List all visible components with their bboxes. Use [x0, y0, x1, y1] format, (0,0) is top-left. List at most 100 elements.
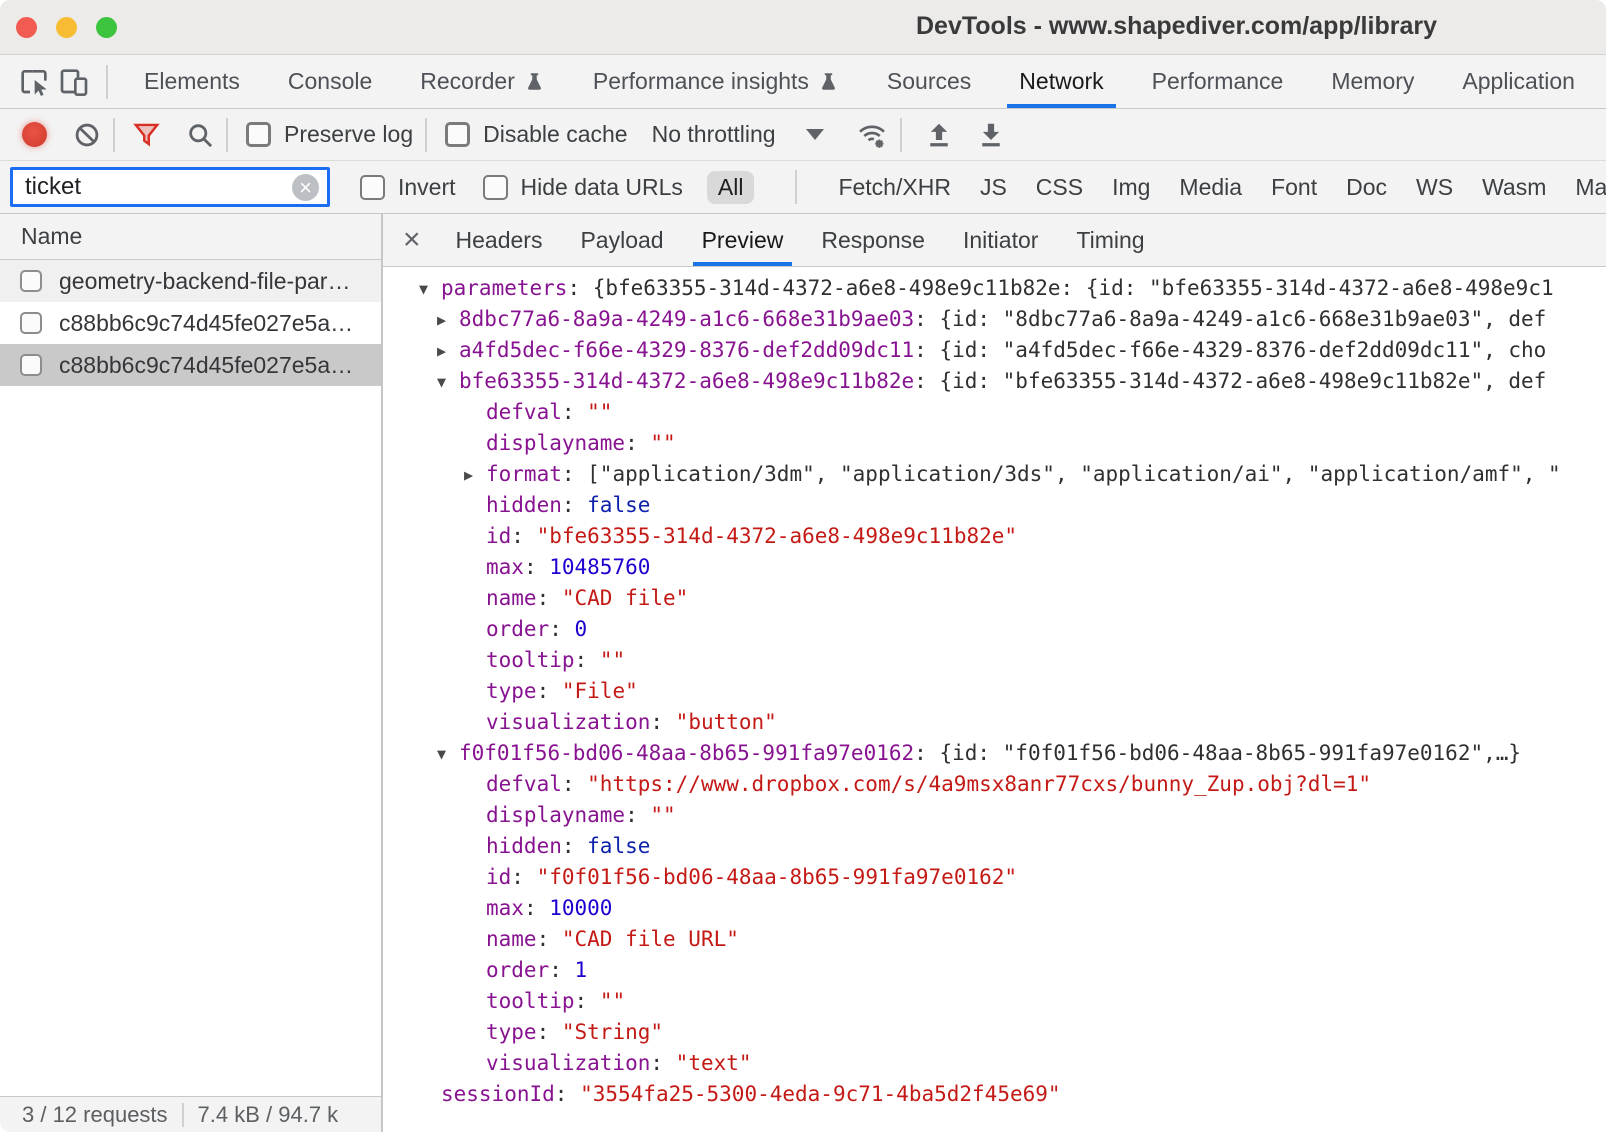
tree-row[interactable]: visualization: "text" — [383, 1048, 1606, 1079]
detail-tab-payload[interactable]: Payload — [561, 214, 682, 266]
tab-sources[interactable]: Sources — [863, 55, 995, 108]
tree-row[interactable]: tooltip: "" — [383, 986, 1606, 1017]
tree-key: type — [486, 1020, 537, 1044]
tree-row[interactable]: name: "CAD file URL" — [383, 924, 1606, 955]
devtools-window: DevTools - www.shapediver.com/app/librar… — [0, 0, 1606, 1132]
filter-toggle-icon[interactable] — [133, 121, 160, 148]
divider — [425, 118, 427, 152]
tree-row[interactable]: tooltip: "" — [383, 645, 1606, 676]
tree-row[interactable]: defval: "https://www.dropbox.com/s/4a9ms… — [383, 769, 1606, 800]
type-filter-fetchxhr[interactable]: Fetch/XHR — [838, 174, 950, 201]
tab-console[interactable]: Console — [264, 55, 396, 108]
name-column-header[interactable]: Name — [0, 214, 381, 260]
tree-colon: : — [562, 400, 587, 424]
detail-tab-timing[interactable]: Timing — [1057, 214, 1163, 266]
tab-recorder[interactable]: Recorder — [396, 55, 569, 108]
table-row[interactable]: geometry-backend-file-par… — [0, 260, 381, 302]
tree-row[interactable]: order: 0 — [383, 614, 1606, 645]
tree-row[interactable]: displayname: "" — [383, 800, 1606, 831]
tree-row[interactable]: id: "bfe63355-314d-4372-a6e8-498e9c11b82… — [383, 521, 1606, 552]
expand-icon[interactable]: ▶ — [464, 460, 486, 491]
export-har-icon[interactable] — [976, 120, 1006, 150]
checkbox-icon[interactable] — [246, 122, 271, 147]
throttling-select[interactable]: No throttling — [652, 121, 776, 148]
type-filter-manifest[interactable]: Manifest — [1575, 174, 1606, 201]
invert-checkbox[interactable]: Invert — [360, 174, 456, 201]
checkbox-icon[interactable] — [360, 175, 385, 200]
preserve-log-label: Preserve log — [284, 121, 413, 148]
tree-row[interactable]: name: "CAD file" — [383, 583, 1606, 614]
clear-filter-icon[interactable]: × — [292, 174, 319, 201]
tree-row[interactable]: type: "String" — [383, 1017, 1606, 1048]
disable-cache-checkbox[interactable]: Disable cache — [445, 121, 627, 148]
type-filter-css[interactable]: CSS — [1036, 174, 1083, 201]
tree-row[interactable]: ▶a4fd5dec-f66e-4329-8376-def2dd09dc11: {… — [383, 335, 1606, 366]
network-conditions-icon[interactable] — [856, 119, 888, 151]
tree-row[interactable]: type: "File" — [383, 676, 1606, 707]
record-network-log-button[interactable] — [22, 122, 47, 147]
import-har-icon[interactable] — [924, 120, 954, 150]
tree-key: defval — [486, 772, 562, 796]
collapse-icon[interactable]: ▼ — [419, 274, 441, 305]
tree-row[interactable]: defval: "" — [383, 397, 1606, 428]
chevron-down-icon[interactable] — [806, 129, 824, 140]
tree-row[interactable]: visualization: "button" — [383, 707, 1606, 738]
filter-input[interactable] — [25, 173, 292, 201]
tab-memory[interactable]: Memory — [1307, 55, 1438, 108]
hide-data-urls-checkbox[interactable]: Hide data URLs — [483, 174, 683, 201]
close-detail-icon[interactable]: × — [383, 214, 437, 266]
tab-application[interactable]: Application — [1438, 55, 1599, 108]
minimize-window-button[interactable] — [56, 17, 77, 38]
tree-row[interactable]: ▶format: ["application/3dm", "applicatio… — [383, 459, 1606, 490]
tree-row[interactable]: displayname: "" — [383, 428, 1606, 459]
detail-tab-initiator[interactable]: Initiator — [944, 214, 1057, 266]
tree-row[interactable]: ▼bfe63355-314d-4372-a6e8-498e9c11b82e: {… — [383, 366, 1606, 397]
zoom-window-button[interactable] — [96, 17, 117, 38]
tab-performance-insights[interactable]: Performance insights — [569, 55, 863, 108]
tree-value-str: "" — [650, 431, 675, 455]
tree-row[interactable]: id: "f0f01f56-bd06-48aa-8b65-991fa97e016… — [383, 862, 1606, 893]
tree-row[interactable]: max: 10485760 — [383, 552, 1606, 583]
search-icon[interactable] — [186, 121, 214, 149]
tree-row[interactable]: ▼f0f01f56-bd06-48aa-8b65-991fa97e0162: {… — [383, 738, 1606, 769]
checkbox-icon[interactable] — [20, 312, 42, 334]
type-filter-font[interactable]: Font — [1271, 174, 1317, 201]
inspect-element-icon[interactable] — [14, 62, 54, 102]
tree-row[interactable]: max: 10000 — [383, 893, 1606, 924]
checkbox-icon[interactable] — [445, 122, 470, 147]
tree-row[interactable]: sessionId: "3554fa25-5300-4eda-9c71-4ba5… — [383, 1079, 1606, 1110]
expand-icon[interactable]: ▶ — [437, 336, 459, 367]
table-row[interactable]: c88bb6c9c74d45fe027e5a… — [0, 302, 381, 344]
checkbox-icon[interactable] — [20, 354, 42, 376]
tab-elements[interactable]: Elements — [120, 55, 264, 108]
checkbox-icon[interactable] — [483, 175, 508, 200]
tree-colon: : — [537, 927, 562, 951]
type-filter-ws[interactable]: WS — [1416, 174, 1453, 201]
expand-icon[interactable]: ▶ — [437, 305, 459, 336]
tree-row[interactable]: hidden: false — [383, 831, 1606, 862]
detail-tab-preview[interactable]: Preview — [683, 214, 803, 266]
clear-network-log-icon[interactable] — [73, 121, 101, 149]
checkbox-icon[interactable] — [20, 270, 42, 292]
preserve-log-checkbox[interactable]: Preserve log — [246, 121, 413, 148]
collapse-icon[interactable]: ▼ — [437, 367, 459, 398]
collapse-icon[interactable]: ▼ — [437, 739, 459, 770]
type-filter-img[interactable]: Img — [1112, 174, 1150, 201]
tab-network[interactable]: Network — [995, 55, 1127, 108]
tree-row[interactable]: ▼parameters: {bfe63355-314d-4372-a6e8-49… — [383, 273, 1606, 304]
type-filter-media[interactable]: Media — [1179, 174, 1242, 201]
tab-label: Recorder — [420, 68, 515, 95]
tree-row[interactable]: hidden: false — [383, 490, 1606, 521]
close-window-button[interactable] — [16, 17, 37, 38]
device-toolbar-icon[interactable] — [54, 62, 94, 102]
type-filter-doc[interactable]: Doc — [1346, 174, 1387, 201]
detail-tab-headers[interactable]: Headers — [437, 214, 562, 266]
tree-row[interactable]: ▶8dbc77a6-8a9a-4249-a1c6-668e31b9ae03: {… — [383, 304, 1606, 335]
type-filter-js[interactable]: JS — [980, 174, 1007, 201]
type-filter-all[interactable]: All — [707, 171, 755, 204]
table-row[interactable]: c88bb6c9c74d45fe027e5a… — [0, 344, 381, 386]
tab-performance[interactable]: Performance — [1128, 55, 1308, 108]
type-filter-wasm[interactable]: Wasm — [1482, 174, 1546, 201]
tree-row[interactable]: order: 1 — [383, 955, 1606, 986]
detail-tab-response[interactable]: Response — [802, 214, 944, 266]
